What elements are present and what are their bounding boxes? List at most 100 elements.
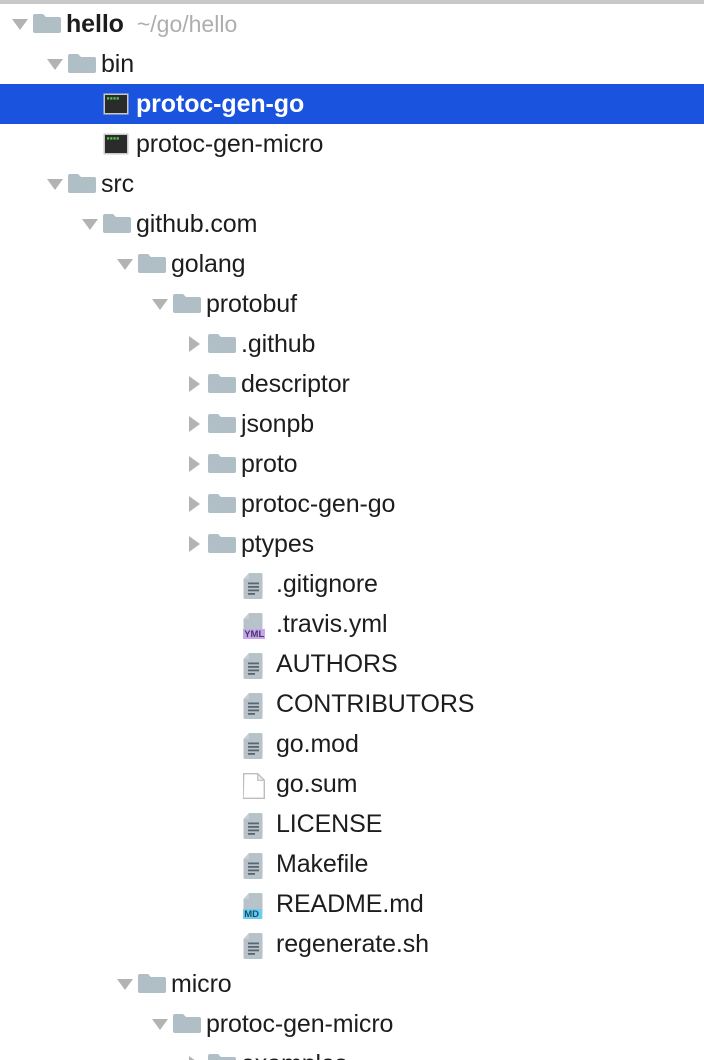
tree-row-indent [0,704,218,705]
md-file-icon: MD [242,884,272,924]
tree-row[interactable]: AUTHORS [0,644,704,684]
tree-row-label: .travis.yml [276,610,388,638]
tree-row-label: protobuf [206,290,297,318]
folder-icon [172,1004,202,1044]
tree-row[interactable]: .github [0,324,704,364]
folder-icon [207,404,237,444]
tree-row[interactable]: github.com [0,204,704,244]
folder-icon [67,44,97,84]
chevron-down-icon[interactable] [8,4,32,44]
tree-row-indent [0,904,218,905]
tree-row-indent [0,384,183,385]
tree-row-label: AUTHORS [276,650,398,678]
tree-row-label: protoc-gen-micro [206,1010,394,1038]
tree-row[interactable]: golang [0,244,704,284]
chevron-right-icon[interactable] [183,324,207,364]
chevron-down-icon[interactable] [148,284,172,324]
tree-row[interactable]: descriptor [0,364,704,404]
tree-row-label: README.md [276,890,424,918]
chevron-down-icon[interactable] [148,1004,172,1044]
folder-icon [207,484,237,524]
tree-row-indent [0,1024,148,1025]
twisty-spacer [78,84,102,124]
tree-row-label: jsonpb [241,410,315,438]
tree-row[interactable]: .gitignore [0,564,704,604]
tree-row-label: protoc-gen-go [136,90,305,118]
tree-row[interactable]: YML .travis.yml [0,604,704,644]
tree-row[interactable]: ptypes [0,524,704,564]
text-file-icon [242,804,272,844]
tree-row-indent [0,584,218,585]
tree-row-indent [0,544,183,545]
text-file-icon [242,644,272,684]
chevron-down-icon[interactable] [43,44,67,84]
chevron-down-icon[interactable] [113,244,137,284]
twisty-spacer [218,924,242,964]
tree-row[interactable]: protoc-gen-micro [0,124,704,164]
tree-row-indent [0,824,218,825]
folder-icon [137,964,167,1004]
folder-icon [67,164,97,204]
chevron-down-icon[interactable] [113,964,137,1004]
tree-row-label: bin [101,50,135,78]
folder-icon [102,204,132,244]
tree-row-label: regenerate.sh [276,930,429,958]
folder-icon [207,324,237,364]
tree-row-label: proto [241,450,298,478]
tree-row-indent [0,944,218,945]
chevron-down-icon[interactable] [43,164,67,204]
tree-row-label: Makefile [276,850,369,878]
text-file-icon [242,684,272,724]
tree-row-indent [0,424,183,425]
tree-row-label: examples [241,1044,347,1060]
tree-row-indent [0,984,113,985]
tree-row[interactable]: proto [0,444,704,484]
tree-row[interactable]: go.sum [0,764,704,804]
tree-row-label: descriptor [241,370,350,398]
chevron-right-icon[interactable] [183,524,207,564]
chevron-right-icon[interactable] [183,444,207,484]
tree-row[interactable]: CONTRIBUTORS [0,684,704,724]
tree-row[interactable]: bin [0,44,704,84]
tree-row[interactable]: Makefile [0,844,704,884]
tree-row[interactable]: protoc-gen-micro [0,1004,704,1044]
tree-row[interactable]: examples [0,1044,704,1060]
twisty-spacer [218,684,242,724]
tree-row-label: src [101,170,135,198]
folder-icon [207,444,237,484]
chevron-right-icon[interactable] [183,404,207,444]
tree-row-label: ptypes [241,530,315,558]
tree-row[interactable]: regenerate.sh [0,924,704,964]
tree-row-indent [0,664,218,665]
tree-row-label: LICENSE [276,810,383,838]
tree-row[interactable]: src [0,164,704,204]
chevron-right-icon[interactable] [183,484,207,524]
tree-row[interactable]: go.mod [0,724,704,764]
svg-text:MD: MD [244,909,259,919]
tree-row-path-hint: ~/go/hello [136,11,238,37]
twisty-spacer [218,804,242,844]
chevron-right-icon[interactable] [183,364,207,404]
chevron-right-icon[interactable] [183,1044,207,1060]
tree-row-indent [0,784,218,785]
tree-row-label: protoc-gen-go [241,490,396,518]
tree-row[interactable]: protoc-gen-go [0,84,704,124]
tree-row[interactable]: LICENSE [0,804,704,844]
chevron-down-icon[interactable] [78,204,102,244]
tree-row[interactable]: hello ~/go/hello [0,4,704,44]
tree-row-indent [0,344,183,345]
svg-text:YML: YML [244,629,264,639]
tree-row[interactable]: micro [0,964,704,1004]
text-file-icon [242,844,272,884]
tree-row[interactable]: protoc-gen-go [0,484,704,524]
twisty-spacer [218,764,242,804]
tree-row[interactable]: jsonpb [0,404,704,444]
tree-row[interactable]: MD README.md [0,884,704,924]
tree-row-indent [0,264,113,265]
tree-row-indent [0,104,78,105]
tree-row[interactable]: protobuf [0,284,704,324]
tree-row-indent [0,304,148,305]
tree-row-indent [0,224,78,225]
twisty-spacer [218,604,242,644]
text-file-icon [242,724,272,764]
